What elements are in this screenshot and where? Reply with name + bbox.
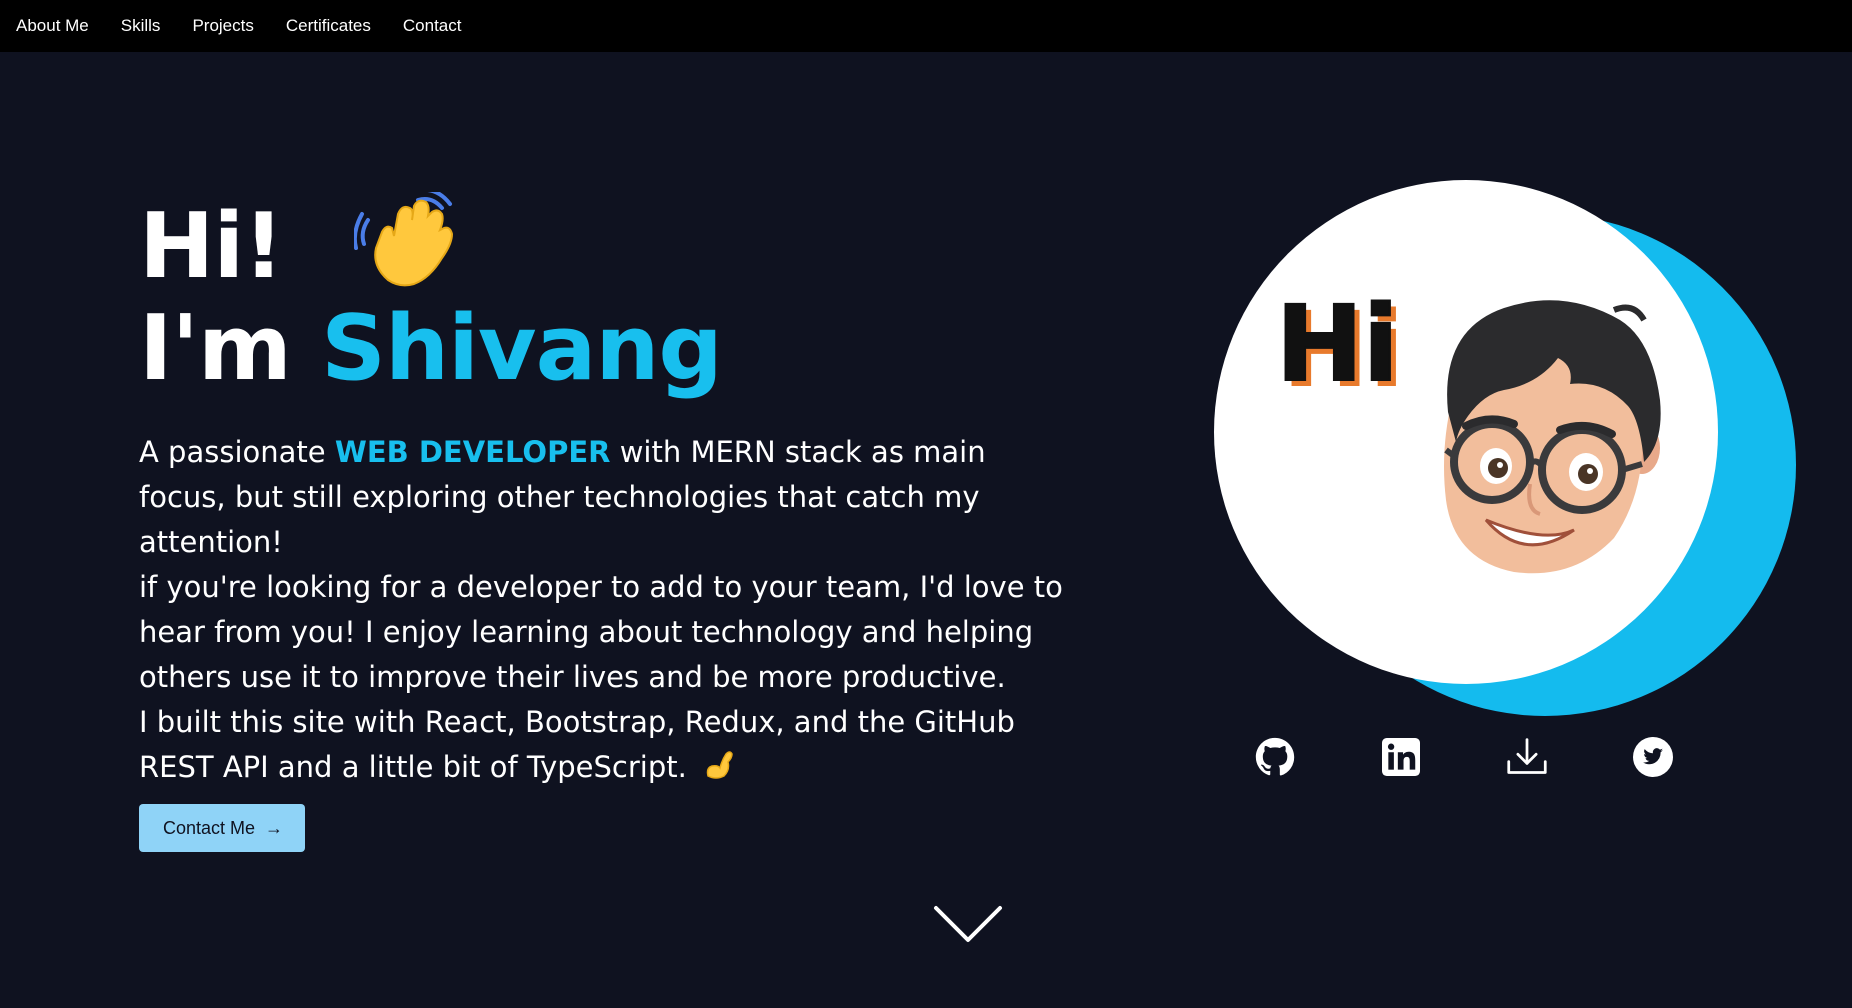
contact-me-label: Contact Me — [163, 817, 256, 838]
twitter-icon[interactable] — [1632, 736, 1674, 778]
hero-name: Shivang — [321, 296, 723, 402]
top-navbar: About Me Skills Projects Certificates Co… — [0, 0, 1852, 52]
waving-hand-icon — [352, 187, 464, 292]
greeting-hi: Hi! — [139, 194, 284, 299]
bio-paragraph-3: I built this site with React, Bootstrap,… — [139, 700, 1079, 790]
nav-item-about-me[interactable]: About Me — [16, 16, 105, 35]
hero-heading: Hi! I'm Shivang — [139, 187, 1079, 396]
bio-intro-before: A passionate — [139, 435, 326, 470]
download-icon[interactable] — [1506, 736, 1548, 778]
memoji-face — [1444, 300, 1661, 574]
nav-item-projects[interactable]: Projects — [192, 16, 269, 35]
bio-role-highlight: WEB DEVELOPER — [334, 435, 611, 470]
avatar-container: Hi Hi — [1214, 180, 1804, 716]
github-icon[interactable] — [1254, 736, 1296, 778]
flexed-arm-icon — [702, 748, 736, 782]
nav-item-certificates[interactable]: Certificates — [286, 16, 387, 35]
hero-bio: A passionate WEB DEVELOPER with MERN sta… — [139, 430, 1079, 790]
scroll-down-chevron-icon[interactable] — [932, 900, 1004, 948]
avatar-hi-text: Hi — [1276, 283, 1399, 405]
greeting-line-1: Hi! — [139, 187, 1079, 302]
nav-item-contact[interactable]: Contact — [403, 16, 478, 35]
bio-paragraph-3-text: I built this site with React, Bootstrap,… — [139, 705, 1015, 785]
greeting-prefix: I'm — [139, 296, 292, 402]
bio-paragraph-1: A passionate WEB DEVELOPER with MERN sta… — [139, 430, 1079, 565]
hero-intro: Hi! I'm Shivang A passionate WEB DEVELOP… — [139, 187, 1079, 853]
memoji-avatar-image: Hi Hi — [1275, 282, 1661, 574]
bio-paragraph-2: if you're looking for a developer to add… — [139, 570, 1063, 695]
social-links — [1254, 732, 1674, 782]
nav-item-skills[interactable]: Skills — [121, 16, 177, 35]
portfolio-page: About Me Skills Projects Certificates Co… — [0, 0, 1852, 1008]
nav-list: About Me Skills Projects Certificates Co… — [0, 16, 493, 36]
avatar-circle: Hi Hi — [1214, 180, 1718, 684]
arrow-right-icon: → — [265, 817, 284, 838]
greeting-line-2: I'm Shivang — [139, 302, 1079, 396]
contact-me-button[interactable]: Contact Me → — [139, 804, 306, 853]
linkedin-icon[interactable] — [1380, 736, 1422, 778]
